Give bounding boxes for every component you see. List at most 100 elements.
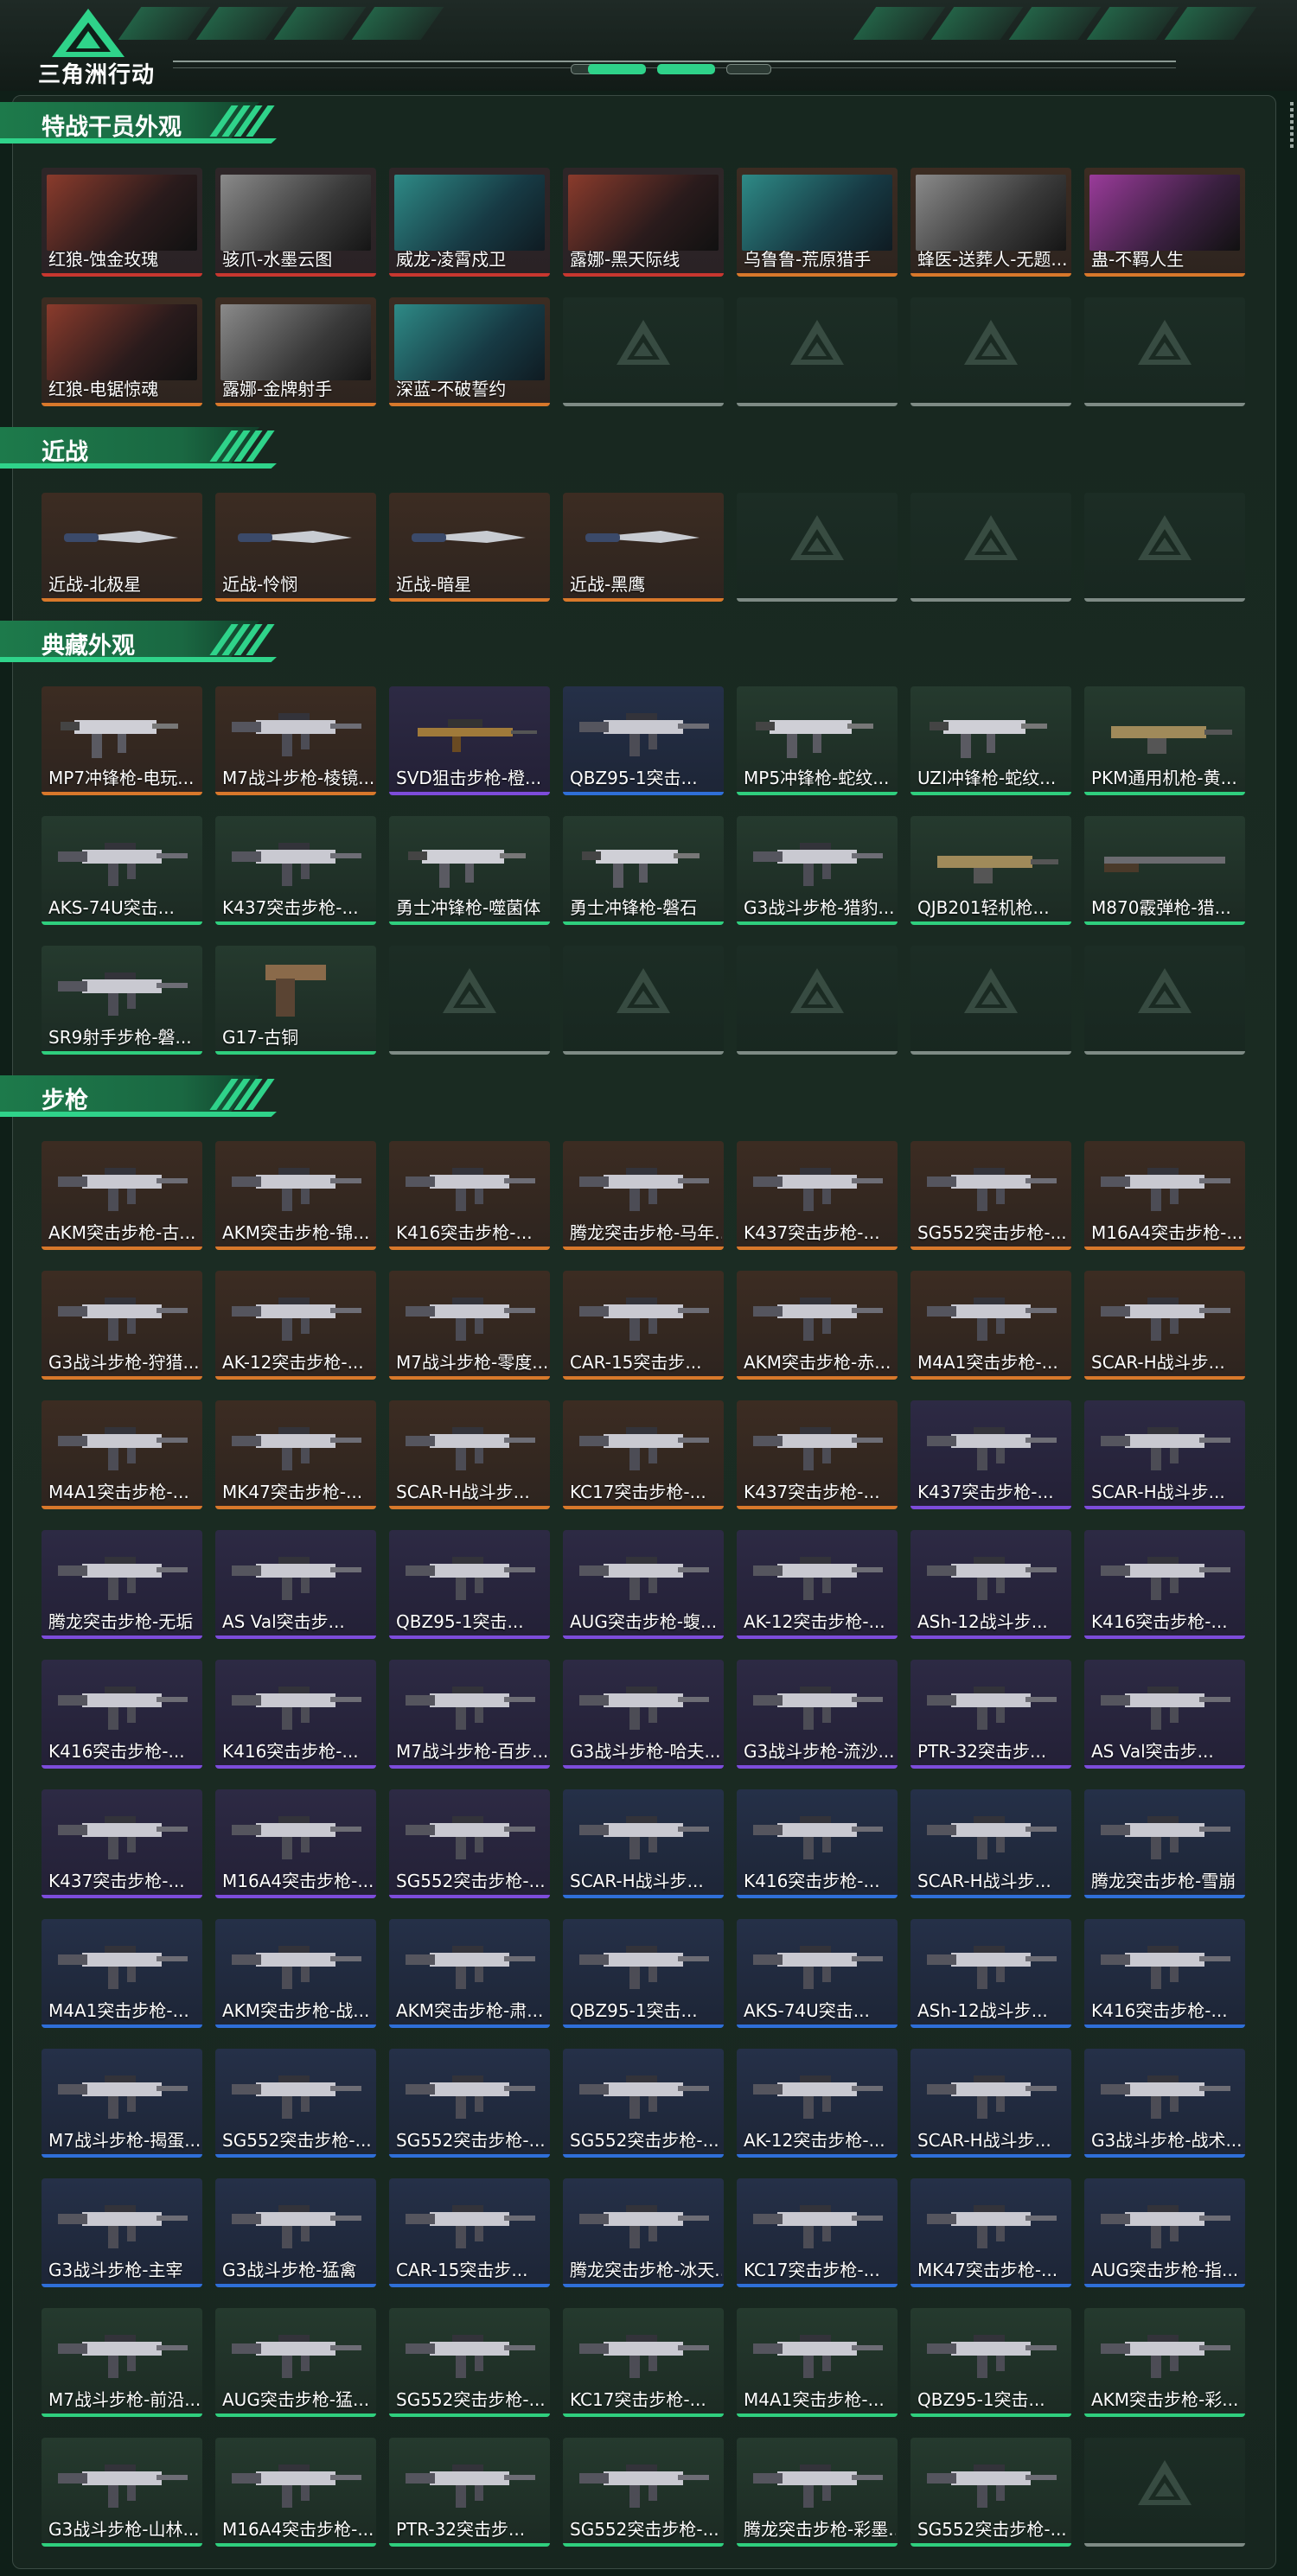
skin-card[interactable]: 勇士冲锋枪-磐石	[563, 816, 724, 925]
skin-card[interactable]: CAR-15突击步...	[563, 1271, 724, 1380]
skin-card[interactable]: AKM突击步枪-古...	[42, 1141, 202, 1250]
page-indicator[interactable]	[726, 64, 771, 74]
skin-card[interactable]: M4A1突击步枪-...	[42, 1400, 202, 1509]
skin-card[interactable]: SG552突击步枪-...	[563, 2049, 724, 2158]
skin-card[interactable]: SG552突击步枪-...	[389, 1789, 550, 1898]
skin-card[interactable]: M4A1突击步枪-...	[737, 2308, 898, 2417]
skin-card[interactable]: AKS-74U突击...	[42, 816, 202, 925]
skin-card[interactable]: AKM突击步枪-彩...	[1084, 2308, 1245, 2417]
skin-card[interactable]: SCAR-H战斗步...	[910, 2049, 1071, 2158]
page-indicator-active[interactable]	[657, 64, 715, 74]
skin-card[interactable]: AUG突击步枪-指...	[1084, 2178, 1245, 2287]
skin-card[interactable]: 乌鲁鲁-荒原猎手	[737, 168, 898, 277]
skin-card[interactable]: 近战-北极星	[42, 493, 202, 602]
skin-card[interactable]: K416突击步枪-...	[42, 1660, 202, 1769]
skin-card[interactable]: 露娜-金牌射手	[215, 297, 376, 406]
skin-card[interactable]: 露娜-黑天际线	[563, 168, 724, 277]
skin-card[interactable]: QBZ95-1突击...	[389, 1530, 550, 1639]
skin-card[interactable]: AS Val突击步...	[215, 1530, 376, 1639]
skin-card[interactable]: PTR-32突击步...	[389, 2438, 550, 2547]
skin-card[interactable]: QBZ95-1突击...	[910, 2308, 1071, 2417]
skin-card[interactable]: 腾龙突击步枪-彩墨...	[737, 2438, 898, 2547]
skin-card[interactable]: SG552突击步枪-...	[215, 2049, 376, 2158]
skin-card[interactable]: 红狼-蚀金玫瑰	[42, 168, 202, 277]
skin-card[interactable]: G3战斗步枪-山林...	[42, 2438, 202, 2547]
skin-card[interactable]: M7战斗步枪-百步...	[389, 1660, 550, 1769]
skin-card[interactable]: AS Val突击步...	[1084, 1660, 1245, 1769]
skin-card[interactable]: 近战-怜悯	[215, 493, 376, 602]
skin-card[interactable]: MK47突击步枪-...	[215, 1400, 376, 1509]
skin-card[interactable]: AUG突击步枪-蝮...	[563, 1530, 724, 1639]
skin-card[interactable]: SCAR-H战斗步...	[1084, 1400, 1245, 1509]
skin-card[interactable]: SG552突击步枪-...	[910, 2438, 1071, 2547]
skin-card[interactable]: KC17突击步枪-...	[563, 2308, 724, 2417]
page-indicator-active[interactable]	[588, 64, 646, 74]
skin-card[interactable]: 腾龙突击步枪-无垢	[42, 1530, 202, 1639]
skin-card[interactable]: AK-12突击步枪-...	[737, 1530, 898, 1639]
skin-card[interactable]: M870霰弹枪-猎...	[1084, 816, 1245, 925]
skin-card[interactable]: PTR-32突击步...	[910, 1660, 1071, 1769]
skin-card[interactable]: SG552突击步枪-...	[910, 1141, 1071, 1250]
skin-card[interactable]: K437突击步枪-...	[910, 1400, 1071, 1509]
skin-card[interactable]: 腾龙突击步枪-雪崩	[1084, 1789, 1245, 1898]
skin-card[interactable]: 蜂医-送葬人-无题...	[910, 168, 1071, 277]
skin-card[interactable]: K437突击步枪-...	[737, 1141, 898, 1250]
skin-card[interactable]: K437突击步枪-...	[42, 1789, 202, 1898]
skin-card[interactable]: K416突击步枪-...	[389, 1141, 550, 1250]
skin-card[interactable]: SG552突击步枪-...	[389, 2049, 550, 2158]
skin-card[interactable]: MP7冲锋枪-电玩...	[42, 686, 202, 795]
skin-card[interactable]: G3战斗步枪-哈夫...	[563, 1660, 724, 1769]
skin-card[interactable]: G3战斗步枪-主宰	[42, 2178, 202, 2287]
skin-card[interactable]: M7战斗步枪-零度...	[389, 1271, 550, 1380]
skin-card[interactable]: AK-12突击步枪-...	[737, 2049, 898, 2158]
skin-card[interactable]: ASh-12战斗步...	[910, 1530, 1071, 1639]
skin-card[interactable]: K437突击步枪-...	[737, 1400, 898, 1509]
skin-card[interactable]: G3战斗步枪-猎豹...	[737, 816, 898, 925]
skin-card[interactable]: QJB201轻机枪...	[910, 816, 1071, 925]
skin-card[interactable]: M7战斗步枪-棱镜...	[215, 686, 376, 795]
skin-card[interactable]: 近战-黑鹰	[563, 493, 724, 602]
skin-card[interactable]: M16A4突击步枪-...	[215, 2438, 376, 2547]
skin-card[interactable]: K416突击步枪-...	[1084, 1530, 1245, 1639]
scrollbar[interactable]	[1287, 99, 1297, 169]
skin-card[interactable]: KC17突击步枪-...	[737, 2178, 898, 2287]
skin-card[interactable]: AKM突击步枪-肃...	[389, 1919, 550, 2028]
skin-card[interactable]: 近战-暗星	[389, 493, 550, 602]
skin-card[interactable]: QBZ95-1突击...	[563, 686, 724, 795]
skin-card[interactable]: 勇士冲锋枪-噬菌体	[389, 816, 550, 925]
skin-card[interactable]: M16A4突击步枪-...	[215, 1789, 376, 1898]
skin-card[interactable]: K416突击步枪-...	[1084, 1919, 1245, 2028]
skin-card[interactable]: M4A1突击步枪-...	[910, 1271, 1071, 1380]
skin-card[interactable]: AKS-74U突击...	[737, 1919, 898, 2028]
skin-card[interactable]: SVD狙击步枪-橙...	[389, 686, 550, 795]
skin-card[interactable]: KC17突击步枪-...	[563, 1400, 724, 1509]
skin-card[interactable]: K416突击步枪-...	[737, 1789, 898, 1898]
skin-card[interactable]: 威龙-凌霄戍卫	[389, 168, 550, 277]
skin-card[interactable]: AKM突击步枪-战...	[215, 1919, 376, 2028]
skin-card[interactable]: SG552突击步枪-...	[563, 2438, 724, 2547]
skin-card[interactable]: MK47突击步枪-...	[910, 2178, 1071, 2287]
skin-card[interactable]: G3战斗步枪-流沙...	[737, 1660, 898, 1769]
skin-card[interactable]: M16A4突击步枪-...	[1084, 1141, 1245, 1250]
skin-card[interactable]: 腾龙突击步枪-马年...	[563, 1141, 724, 1250]
skin-card[interactable]: SCAR-H战斗步...	[563, 1789, 724, 1898]
skin-card[interactable]: SCAR-H战斗步...	[389, 1400, 550, 1509]
skin-card[interactable]: QBZ95-1突击...	[563, 1919, 724, 2028]
skin-card[interactable]: 红狼-电锯惊魂	[42, 297, 202, 406]
skin-card[interactable]: 蛊-不羁人生	[1084, 168, 1245, 277]
skin-card[interactable]: SCAR-H战斗步...	[910, 1789, 1071, 1898]
skin-card[interactable]: M7战斗步枪-揭蛋...	[42, 2049, 202, 2158]
skin-card[interactable]: MP5冲锋枪-蛇纹...	[737, 686, 898, 795]
skin-card[interactable]: ASh-12战斗步...	[910, 1919, 1071, 2028]
skin-card[interactable]: SG552突击步枪-...	[389, 2308, 550, 2417]
skin-card[interactable]: PKM通用机枪-黄...	[1084, 686, 1245, 795]
skin-card[interactable]: 骇爪-水墨云图	[215, 168, 376, 277]
skin-card[interactable]: G3战斗步枪-狩猎...	[42, 1271, 202, 1380]
skin-card[interactable]: SCAR-H战斗步...	[1084, 1271, 1245, 1380]
skin-card[interactable]: CAR-15突击步...	[389, 2178, 550, 2287]
skin-card[interactable]: SR9射手步枪-磐...	[42, 946, 202, 1055]
skin-card[interactable]: AKM突击步枪-赤...	[737, 1271, 898, 1380]
skin-card[interactable]: AK-12突击步枪-...	[215, 1271, 376, 1380]
skin-card[interactable]: K416突击步枪-...	[215, 1660, 376, 1769]
skin-card[interactable]: UZI冲锋枪-蛇纹...	[910, 686, 1071, 795]
